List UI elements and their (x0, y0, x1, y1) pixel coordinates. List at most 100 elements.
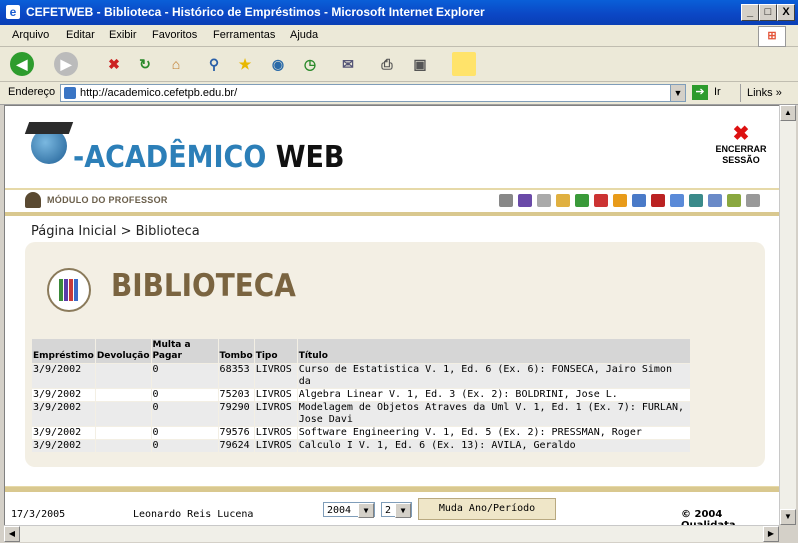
cell-tipo: LIVROS (254, 427, 297, 439)
chevron-down-icon[interactable]: ▼ (395, 503, 411, 518)
address-bar: Endereço http://academico.cefetpb.edu.br… (0, 82, 798, 105)
go-button[interactable]: Ir (714, 86, 721, 98)
discuss-icon[interactable] (452, 52, 476, 76)
cell-emprestimo: 3/9/2002 (32, 389, 95, 401)
cell-titulo: Calculo I V. 1, Ed. 6 (Ex. 13): AVILA, G… (297, 440, 690, 452)
cell-emprestimo: 3/9/2002 (32, 402, 95, 426)
cell-multa: 0 (151, 402, 218, 426)
back-icon[interactable]: ◀ (10, 52, 34, 76)
scrollbar-corner (779, 525, 795, 541)
footer-user: Leonardo Reis Lucena (133, 509, 254, 520)
period-value: 2 (385, 505, 392, 516)
col-titulo: Título (297, 339, 690, 363)
shortcut-icon[interactable] (537, 194, 551, 207)
address-url[interactable]: http://academico.cefetpb.edu.br/ (80, 87, 237, 99)
search-icon[interactable]: ⚲ (202, 52, 226, 76)
forward-icon[interactable]: ▶ (54, 52, 78, 76)
refresh-icon[interactable]: ↻ (133, 52, 157, 76)
menu-ajuda[interactable]: Ajuda (290, 29, 318, 41)
shortcut-icon[interactable] (575, 194, 589, 207)
links-button[interactable]: Links » (740, 84, 782, 102)
scroll-right-icon[interactable]: ▶ (763, 526, 779, 542)
menu-editar[interactable]: Editar (66, 29, 95, 41)
shortcut-icon[interactable] (499, 194, 513, 207)
scroll-down-icon[interactable]: ▼ (780, 509, 796, 525)
period-select[interactable]: 2 ▼ (381, 502, 412, 518)
print-icon[interactable]: ⎙ (375, 52, 399, 76)
grid-icon[interactable] (670, 194, 684, 207)
window-title-bar: e CEFETWEB - Biblioteca - Histórico de E… (0, 0, 798, 25)
cell-multa: 0 (151, 364, 218, 388)
change-period-button[interactable]: Muda Ano/Período (418, 498, 556, 520)
windows-logo-icon: ⊞ (758, 26, 786, 47)
go-arrow-icon[interactable]: ➔ (692, 85, 708, 100)
cell-devolucao (95, 402, 151, 426)
page-viewport: -ACADÊMICO WEB ✖ ENCERRAR SESSÃO MÓDULO … (4, 105, 780, 526)
table-header-row: Empréstimo Devolução Multa a Pagar Tombo… (32, 339, 690, 363)
cell-multa: 0 (151, 440, 218, 452)
cell-multa: 0 (151, 427, 218, 439)
col-tombo: Tombo (218, 339, 254, 363)
edit-icon[interactable]: ▣ (408, 52, 432, 76)
address-label: Endereço (8, 86, 56, 98)
loan-history-table: Empréstimo Devolução Multa a Pagar Tombo… (31, 338, 691, 453)
cell-emprestimo: 3/9/2002 (32, 440, 95, 452)
mail-icon[interactable]: ✉ (336, 52, 360, 76)
close-x-icon: ✖ (732, 123, 750, 145)
favorites-icon[interactable]: ★ (233, 52, 257, 76)
shortcut-icon[interactable] (632, 194, 646, 207)
cell-devolucao (95, 440, 151, 452)
cell-devolucao (95, 427, 151, 439)
module-label: MÓDULO DO PROFESSOR (47, 195, 168, 205)
library-panel: BIBLIOTECA Empréstimo Devolução Multa a … (25, 242, 765, 467)
horizontal-scrollbar[interactable]: ◀ ▶ (4, 525, 779, 542)
lock-icon[interactable] (556, 194, 570, 207)
logout-label-2: SESSÃO (722, 155, 760, 165)
chevron-down-icon[interactable]: ▼ (358, 503, 374, 518)
home-icon[interactable]: ⌂ (164, 52, 188, 76)
cell-tombo: 79576 (218, 427, 254, 439)
address-input[interactable]: http://academico.cefetpb.edu.br/ ▼ (60, 84, 686, 102)
footer-date: 17/3/2005 (11, 509, 66, 520)
close-button[interactable]: X (777, 4, 795, 21)
cell-tombo: 79290 (218, 402, 254, 426)
address-dropdown-icon[interactable]: ▼ (670, 85, 685, 101)
shortcut-icon[interactable] (689, 194, 703, 207)
professor-icon (25, 192, 41, 208)
maximize-button[interactable]: □ (759, 4, 777, 21)
breadcrumb[interactable]: Página Inicial > Biblioteca (31, 224, 200, 239)
menu-exibir[interactable]: Exibir (109, 29, 137, 41)
menu-ferramentas[interactable]: Ferramentas (213, 29, 275, 41)
scroll-up-icon[interactable]: ▲ (780, 105, 796, 121)
shortcut-icon[interactable] (746, 194, 760, 207)
cell-titulo: Curso de Estatistica V. 1, Ed. 6 (Ex. 6)… (297, 364, 690, 388)
table-row: 3/9/2002 0 79576 LIVROS Software Enginee… (32, 427, 690, 439)
cell-titulo: Modelagem de Objetos Atraves da Uml V. 1… (297, 402, 690, 426)
shortcut-icon[interactable] (727, 194, 741, 207)
media-icon[interactable]: ◉ (266, 52, 290, 76)
stop-icon[interactable]: ✖ (102, 52, 126, 76)
calendar-icon[interactable] (594, 194, 608, 207)
year-select[interactable]: 2004 ▼ (323, 502, 375, 518)
cell-tipo: LIVROS (254, 364, 297, 388)
cell-emprestimo: 3/9/2002 (32, 364, 95, 388)
table-row: 3/9/2002 0 68353 LIVROS Curso de Estatis… (32, 364, 690, 388)
clock-icon[interactable] (613, 194, 627, 207)
shortcut-icon[interactable] (651, 194, 665, 207)
menu-arquivo[interactable]: Arquivo (12, 29, 49, 41)
shortcut-icon[interactable] (708, 194, 722, 207)
scroll-left-icon[interactable]: ◀ (4, 526, 20, 542)
cell-tipo: LIVROS (254, 440, 297, 452)
col-devolucao: Devolução (95, 339, 151, 363)
minimize-button[interactable]: _ (741, 4, 759, 21)
vertical-scrollbar[interactable]: ▲ ▼ (779, 105, 796, 525)
table-row: 3/9/2002 0 79624 LIVROS Calculo I V. 1, … (32, 440, 690, 452)
window-title: CEFETWEB - Biblioteca - Histórico de Emp… (26, 5, 485, 19)
menu-favoritos[interactable]: Favoritos (152, 29, 197, 41)
history-icon[interactable]: ◷ (298, 52, 322, 76)
logout-button[interactable]: ✖ ENCERRAR SESSÃO (711, 124, 771, 166)
shortcut-icon[interactable] (518, 194, 532, 207)
cell-titulo: Software Engineering V. 1, Ed. 5 (Ex. 2)… (297, 427, 690, 439)
logout-label-1: ENCERRAR (715, 144, 767, 154)
cell-devolucao (95, 389, 151, 401)
